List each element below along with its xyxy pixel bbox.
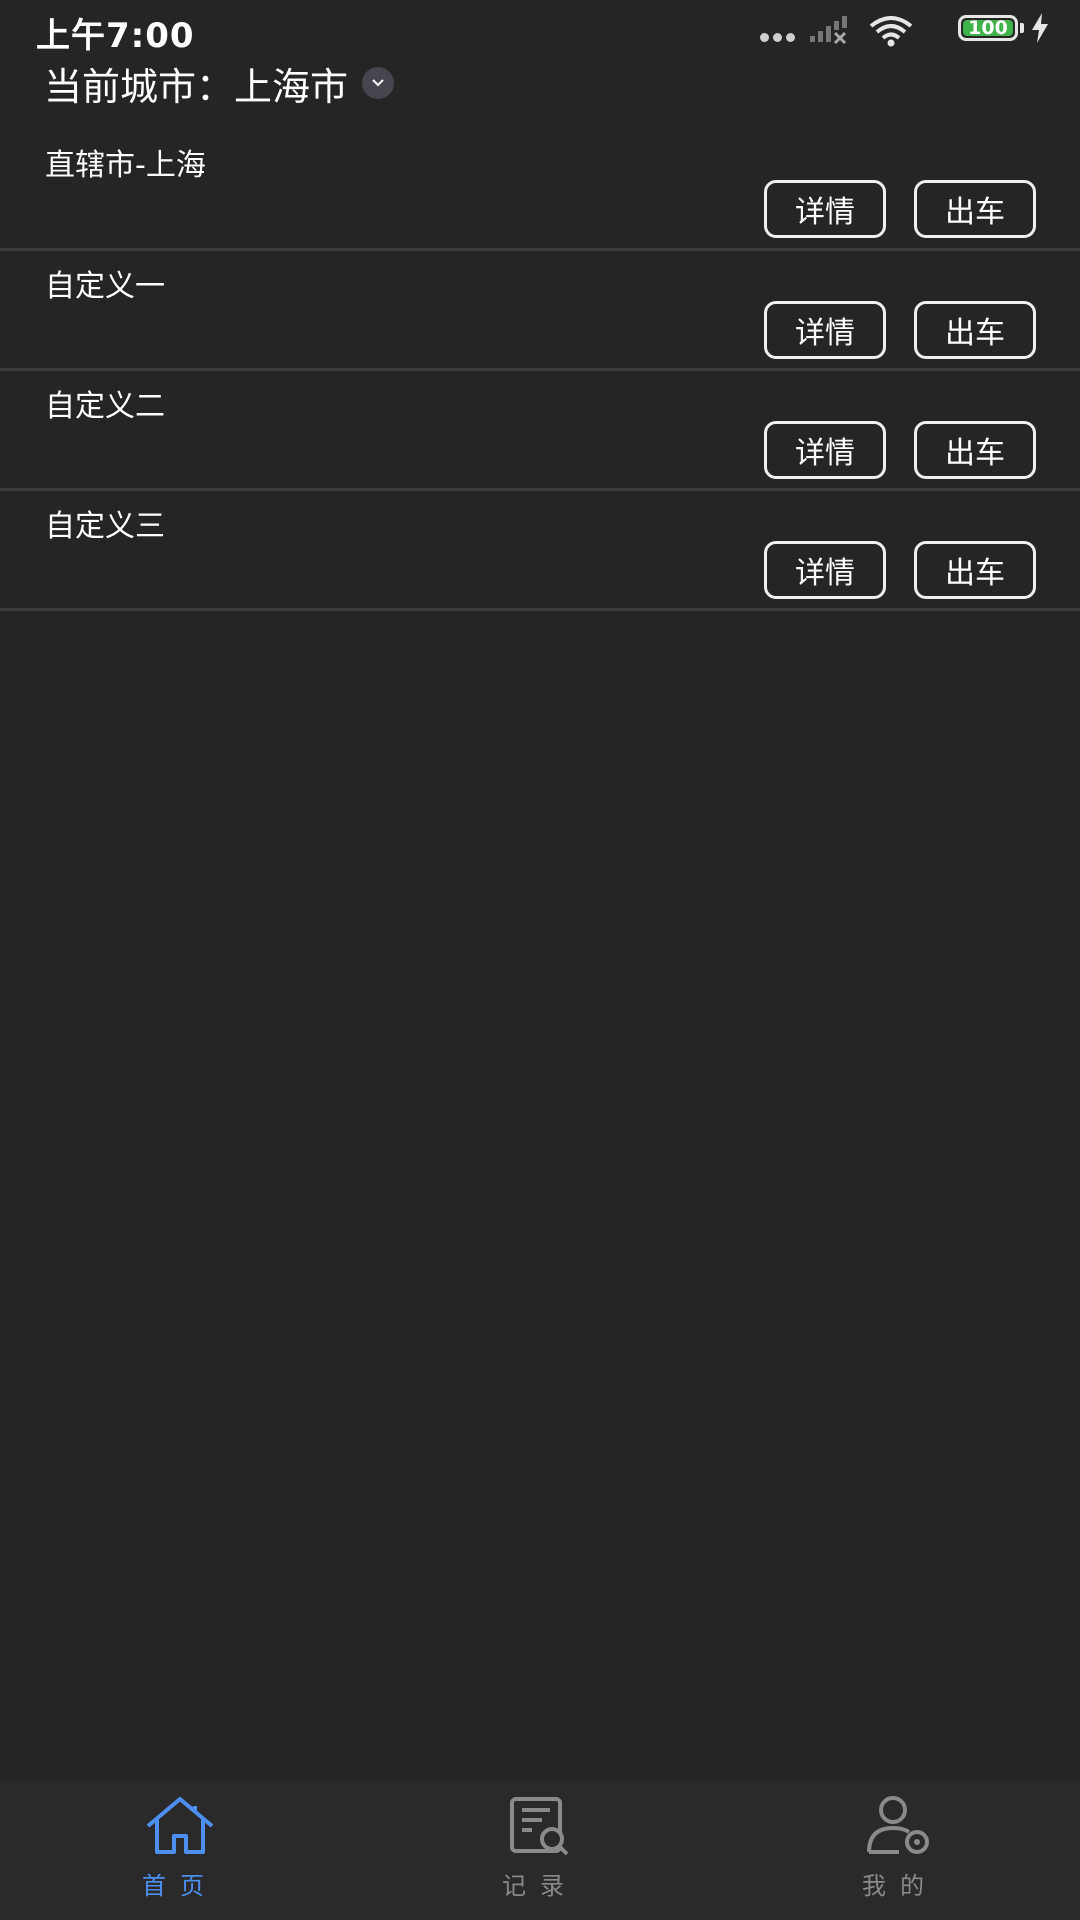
- status-bar: 上午7:00 100: [0, 0, 1080, 58]
- city-list: 直辖市-上海 详情 出车 自定义一 详情 出车 自定义二 详情 出车 自定义三 …: [0, 130, 1080, 611]
- battery-icon: 100: [958, 15, 1018, 41]
- depart-button[interactable]: 出车: [914, 301, 1036, 359]
- city-label: 当前城市：: [44, 64, 235, 109]
- battery-tip: [1020, 23, 1024, 33]
- item-title: 自定义二: [45, 389, 165, 424]
- signal-icon: [810, 16, 847, 45]
- city-selector[interactable]: 当前城市： 上海市: [44, 58, 395, 109]
- user-settings-icon: [867, 1796, 929, 1854]
- charging-icon: [1032, 13, 1048, 43]
- detail-button[interactable]: 详情: [764, 541, 886, 599]
- list-item: 自定义二 详情 出车: [0, 371, 1080, 491]
- city-value: 上海市: [234, 64, 349, 109]
- item-title: 直辖市-上海: [45, 148, 206, 183]
- chevron-down-icon[interactable]: [362, 67, 395, 99]
- depart-button[interactable]: 出车: [914, 541, 1036, 599]
- tab-home[interactable]: 首页: [0, 1780, 360, 1920]
- tab-label: 首页: [142, 1872, 218, 1900]
- detail-button[interactable]: 详情: [764, 301, 886, 359]
- depart-button[interactable]: 出车: [914, 421, 1036, 479]
- bottom-tab-bar: 首页 记录 我的: [0, 1780, 1080, 1920]
- wifi-icon: [869, 16, 913, 47]
- tab-mine[interactable]: 我的: [720, 1780, 1080, 1920]
- tab-label: 我的: [862, 1872, 938, 1900]
- tab-records[interactable]: 记录: [360, 1780, 720, 1920]
- status-time: 上午7:00: [36, 16, 195, 56]
- list-item: 自定义三 详情 出车: [0, 491, 1080, 611]
- item-title: 自定义三: [45, 509, 165, 544]
- list-item: 直辖市-上海 详情 出车: [0, 130, 1080, 251]
- more-dots-icon: [760, 27, 800, 42]
- home-icon: [146, 1797, 214, 1854]
- status-icons: 100: [750, 10, 1050, 50]
- record-search-icon: [510, 1797, 569, 1856]
- list-item: 自定义一 详情 出车: [0, 251, 1080, 371]
- depart-button[interactable]: 出车: [914, 180, 1036, 238]
- tab-label: 记录: [502, 1872, 578, 1900]
- battery-level: 100: [968, 17, 1008, 39]
- detail-button[interactable]: 详情: [764, 180, 886, 238]
- detail-button[interactable]: 详情: [764, 421, 886, 479]
- item-title: 自定义一: [45, 269, 165, 304]
